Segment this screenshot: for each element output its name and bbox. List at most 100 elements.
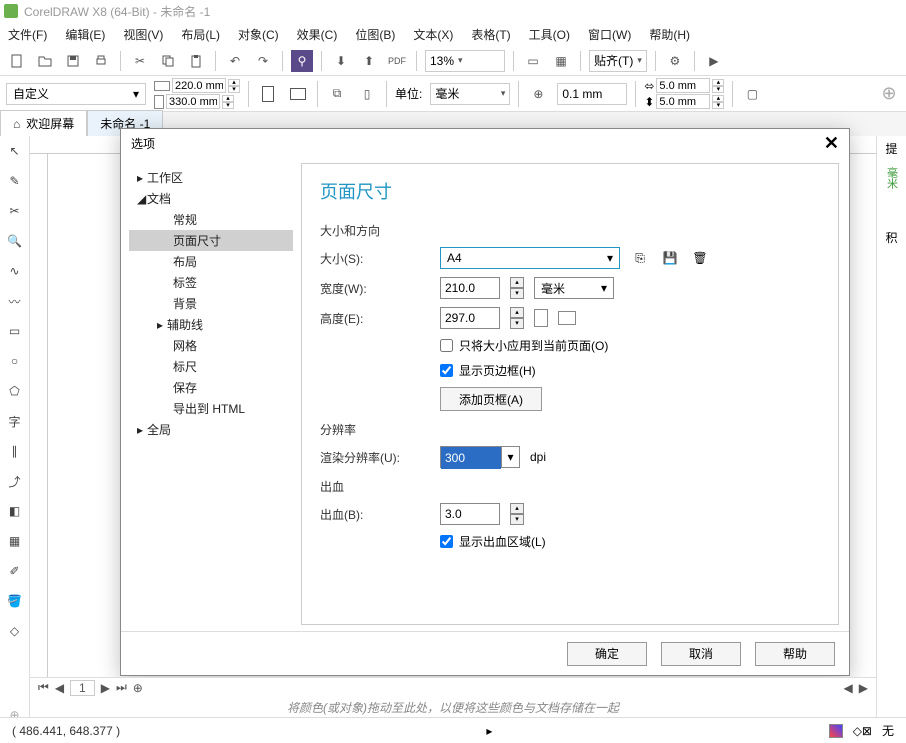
height-spin-up[interactable]: ▴ <box>510 307 524 318</box>
save-preset-icon[interactable]: ⎘ <box>630 248 650 268</box>
width-spin-up[interactable]: ▴ <box>510 277 524 288</box>
ok-button[interactable]: 确定 <box>567 642 647 666</box>
page-width-input[interactable] <box>172 78 226 93</box>
tree-general[interactable]: 常规 <box>129 209 293 230</box>
tree-page-size[interactable]: 页面尺寸 <box>129 230 293 251</box>
height-down[interactable]: ▾ <box>222 102 234 109</box>
portrait-button[interactable] <box>257 83 279 105</box>
menu-effects[interactable]: 效果(C) <box>297 26 338 43</box>
close-icon[interactable]: ✕ <box>824 133 839 154</box>
page-height-input[interactable] <box>166 94 220 109</box>
menu-view[interactable]: 视图(V) <box>123 26 163 43</box>
trash-icon[interactable]: 🗑 <box>690 248 710 268</box>
export-button[interactable]: ⬆ <box>358 50 380 72</box>
outline-tool[interactable]: ◇ <box>4 620 26 642</box>
help-button[interactable]: 帮助 <box>755 642 835 666</box>
redo-button[interactable]: ↷ <box>252 50 274 72</box>
bleed-spin-down[interactable]: ▾ <box>510 514 524 525</box>
text-tool[interactable]: 字 <box>4 410 26 432</box>
zoom-combo[interactable]: 13%▾ <box>425 50 505 72</box>
tree-label[interactable]: 标签 <box>129 272 293 293</box>
freehand-tool[interactable]: ∿ <box>4 260 26 282</box>
ellipse-tool[interactable]: ○ <box>4 350 26 372</box>
fill-swatch-icon[interactable] <box>829 724 843 738</box>
page-first[interactable]: ⏮ <box>38 680 49 695</box>
page-prev[interactable]: ◀ <box>55 681 64 695</box>
show-border-checkbox[interactable] <box>440 364 453 377</box>
dropshadow-tool[interactable]: ◧ <box>4 500 26 522</box>
undo-button[interactable]: ↶ <box>224 50 246 72</box>
eyedropper-tool[interactable]: ✐ <box>4 560 26 582</box>
pick-tool[interactable]: ↖ <box>4 140 26 162</box>
open-button[interactable] <box>34 50 56 72</box>
fill-tool[interactable]: 🪣 <box>4 590 26 612</box>
menu-tools[interactable]: 工具(O) <box>529 26 570 43</box>
bleed-input[interactable]: 3.0 <box>440 503 500 525</box>
grid-button[interactable]: ▦ <box>550 50 572 72</box>
scroll-right[interactable]: ▶ <box>859 681 868 695</box>
page-next[interactable]: ▶ <box>101 681 110 695</box>
copy-button[interactable] <box>157 50 179 72</box>
frame-button[interactable]: ▢ <box>741 83 763 105</box>
width-input[interactable]: 210.0 <box>440 277 500 299</box>
import-button[interactable]: ⬇ <box>330 50 352 72</box>
add-button[interactable]: ⊕ <box>878 83 900 105</box>
rectangle-tool[interactable]: ▭ <box>4 320 26 342</box>
height-up[interactable]: ▴ <box>222 95 234 102</box>
search-button[interactable]: ⚲ <box>291 50 313 72</box>
artistic-tool[interactable]: 〰 <box>4 290 26 312</box>
tree-export-html[interactable]: 导出到 HTML <box>129 398 293 419</box>
status-play-icon[interactable]: ▸ <box>486 724 492 738</box>
paste-button[interactable] <box>185 50 207 72</box>
tree-guidelines[interactable]: ▸辅助线 <box>129 314 293 335</box>
print-button[interactable] <box>90 50 112 72</box>
add-frame-button[interactable]: 添加页框(A) <box>440 387 542 411</box>
portrait-option[interactable] <box>534 309 548 327</box>
page-last[interactable]: ⏭ <box>116 680 127 695</box>
menu-help[interactable]: 帮助(H) <box>649 26 690 43</box>
color-palette-bar[interactable]: 将颜色(或对象)拖动至此处，以便将这些颜色与文档存储在一起 <box>30 697 876 717</box>
dup-x-input[interactable] <box>656 78 710 93</box>
connector-tool[interactable]: ⤴ <box>4 470 26 492</box>
landscape-button[interactable] <box>287 83 309 105</box>
bleed-spin-up[interactable]: ▴ <box>510 503 524 514</box>
disk-icon[interactable]: 💾 <box>660 248 680 268</box>
cut-button[interactable]: ✂ <box>129 50 151 72</box>
new-button[interactable] <box>6 50 28 72</box>
tree-save[interactable]: 保存 <box>129 377 293 398</box>
docker-item[interactable]: 积 <box>885 229 897 246</box>
shape-tool[interactable]: ✎ <box>4 170 26 192</box>
width-up[interactable]: ▴ <box>228 79 240 86</box>
polygon-tool[interactable]: ⬠ <box>4 380 26 402</box>
menu-edit[interactable]: 编辑(E) <box>65 26 105 43</box>
cancel-button[interactable]: 取消 <box>661 642 741 666</box>
docker-hint[interactable]: 提 <box>885 140 897 157</box>
page-add[interactable]: ⊕ <box>133 681 143 695</box>
current-page-button[interactable]: ▯ <box>356 83 378 105</box>
menu-text[interactable]: 文本(X) <box>413 26 453 43</box>
tree-grid[interactable]: 网格 <box>129 335 293 356</box>
options-button[interactable]: ⚙ <box>664 50 686 72</box>
tree-background[interactable]: 背景 <box>129 293 293 314</box>
tree-rulers[interactable]: 标尺 <box>129 356 293 377</box>
menu-window[interactable]: 窗口(W) <box>588 26 631 43</box>
zoom-tool[interactable]: 🔍 <box>4 230 26 252</box>
width-spin-down[interactable]: ▾ <box>510 288 524 299</box>
units-combo[interactable]: 毫米▾ <box>430 83 510 105</box>
page-preset-combo[interactable]: 自定义 ▾ <box>6 83 146 105</box>
ruler-vertical[interactable] <box>30 154 48 726</box>
snap-combo[interactable]: 贴齐(T)▾ <box>589 50 647 72</box>
height-spin-down[interactable]: ▾ <box>510 318 524 329</box>
menu-table[interactable]: 表格(T) <box>471 26 510 43</box>
fullscreen-button[interactable]: ▭ <box>522 50 544 72</box>
menu-layout[interactable]: 布局(L) <box>181 26 220 43</box>
tree-global[interactable]: ▸全局 <box>129 419 293 440</box>
outline-swatch-icon[interactable]: ◇⊠ <box>853 724 872 738</box>
render-res-input[interactable]: 300 <box>441 447 501 469</box>
save-button[interactable] <box>62 50 84 72</box>
scroll-left[interactable]: ◀ <box>844 681 853 695</box>
pdf-button[interactable]: PDF <box>386 50 408 72</box>
menu-file[interactable]: 文件(F) <box>8 26 47 43</box>
apply-current-checkbox[interactable] <box>440 339 453 352</box>
tree-layout[interactable]: 布局 <box>129 251 293 272</box>
